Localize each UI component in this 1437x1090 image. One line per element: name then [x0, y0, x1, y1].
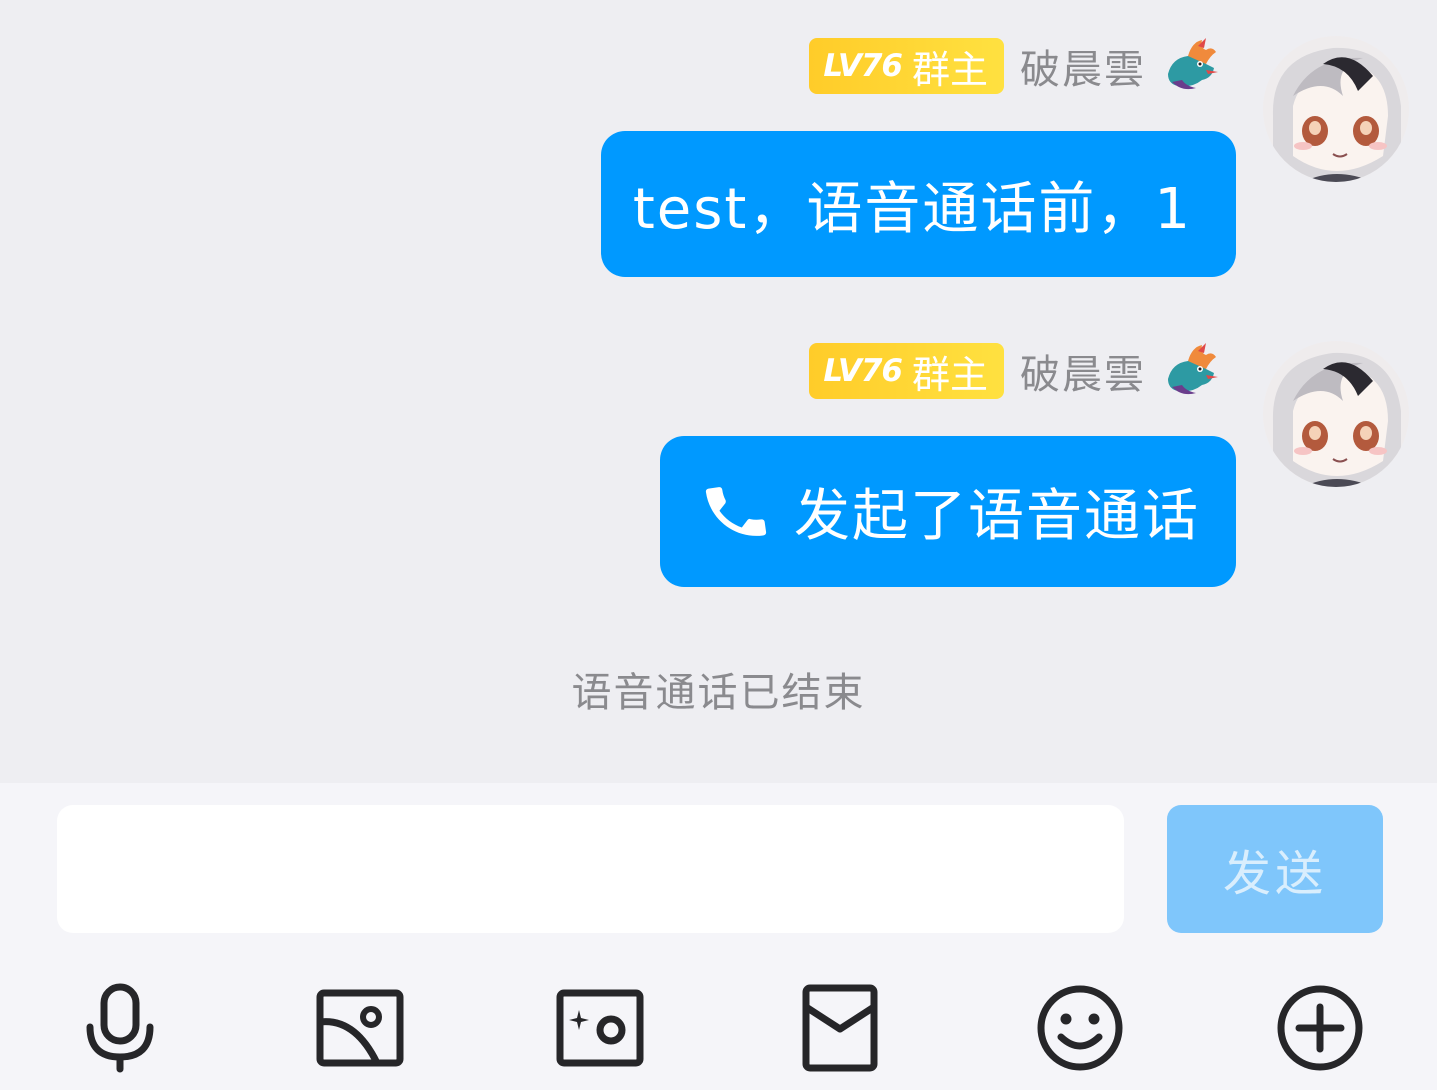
dragon-icon [1168, 38, 1218, 90]
group-owner-badge: LV76 群主 [809, 38, 1004, 94]
image-icon[interactable] [315, 983, 405, 1073]
dragon-icon [1168, 343, 1218, 395]
voice-call-bubble[interactable]: 发起了语音通话 [660, 436, 1236, 587]
avatar[interactable] [1263, 36, 1409, 182]
phone-icon [705, 486, 767, 536]
avatar[interactable] [1263, 341, 1409, 487]
send-button[interactable]: 发送 [1167, 805, 1383, 933]
message-header: LV76 群主 破晨雲 [809, 342, 1220, 400]
message-text: test，语音通话前，1 [632, 176, 1192, 242]
chat-message-list: LV76 群主 破晨雲 test，语音通话前，1 LV76 群主 破晨雲 发起了… [0, 0, 1437, 783]
message-input[interactable] [57, 805, 1124, 933]
sender-name[interactable]: 破晨雲 [1020, 37, 1146, 95]
role-label: 群主 [911, 352, 988, 397]
message-header: LV76 群主 破晨雲 [809, 37, 1220, 95]
sender-name[interactable]: 破晨雲 [1020, 342, 1146, 400]
camera-icon[interactable] [555, 983, 645, 1073]
microphone-icon[interactable] [75, 983, 165, 1073]
red-packet-icon[interactable] [795, 983, 885, 1073]
plus-icon[interactable] [1275, 983, 1365, 1073]
message-text: 发起了语音通话 [794, 484, 1200, 549]
role-label: 群主 [911, 47, 988, 92]
system-notice: 语音通话已结束 [571, 670, 866, 716]
emoji-icon[interactable] [1035, 983, 1125, 1073]
level-label: LV76 [823, 48, 903, 84]
level-label: LV76 [823, 353, 903, 389]
group-owner-badge: LV76 群主 [809, 343, 1004, 399]
composer-bar: 发送 [0, 783, 1437, 1090]
message-bubble[interactable]: test，语音通话前，1 [600, 131, 1236, 277]
